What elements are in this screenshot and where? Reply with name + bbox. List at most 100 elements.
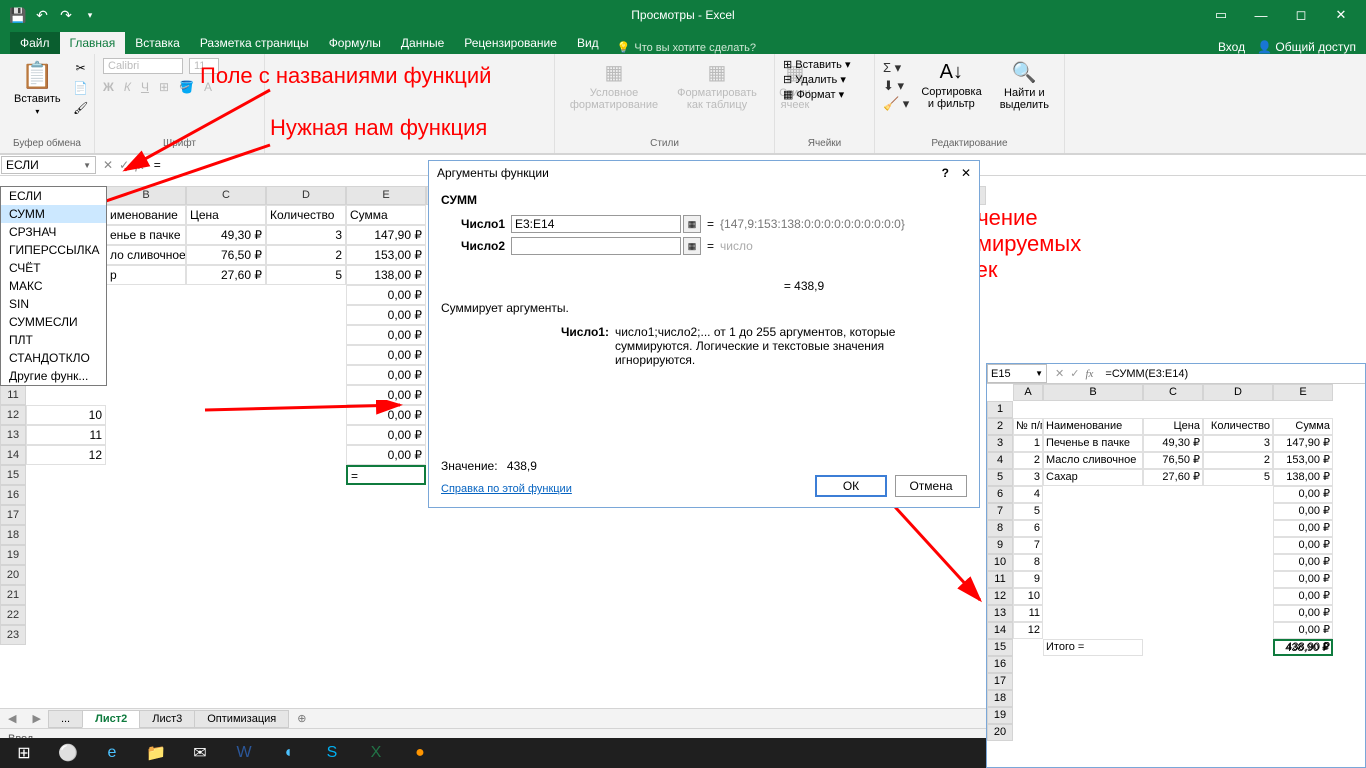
- func-item-другие функ...[interactable]: Другие функ...: [1, 367, 106, 385]
- cell[interactable]: 0,00 ₽: [346, 345, 426, 365]
- cell[interactable]: 0,00 ₽: [346, 425, 426, 445]
- cell[interactable]: 0,00 ₽: [346, 365, 426, 385]
- func-item-сумм[interactable]: СУММ: [1, 205, 106, 223]
- format-cells-button[interactable]: ▦ Формат ▾: [783, 88, 866, 101]
- inset-cell[interactable]: 4: [1013, 486, 1043, 503]
- cell[interactable]: 0,00 ₽: [346, 285, 426, 305]
- inset-cell[interactable]: 0,00 ₽: [1273, 503, 1333, 520]
- inset-cell[interactable]: № п/п: [1013, 418, 1043, 435]
- yandex-icon[interactable]: ⚪: [48, 738, 88, 768]
- inset-cell[interactable]: 0,00 ₽: [1273, 605, 1333, 622]
- cut-icon[interactable]: ✂: [73, 60, 89, 76]
- inset-cell[interactable]: Количество: [1203, 418, 1273, 435]
- inset-cell[interactable]: 5: [1203, 469, 1273, 486]
- cell[interactable]: енье в пачке: [106, 225, 186, 245]
- italic-button[interactable]: К: [124, 80, 131, 94]
- func-item-срзнач[interactable]: СРЗНАЧ: [1, 223, 106, 241]
- edge-icon[interactable]: e: [92, 738, 132, 768]
- inset-cell[interactable]: 3: [1203, 435, 1273, 452]
- find-select-button[interactable]: 🔍Найти и выделить: [993, 58, 1055, 113]
- cancel-button[interactable]: Отмена: [895, 475, 967, 497]
- inset-cell[interactable]: Печенье в пачке: [1043, 435, 1143, 452]
- cell[interactable]: р: [106, 265, 186, 285]
- number1-input[interactable]: [511, 215, 681, 233]
- skype-icon[interactable]: S: [312, 738, 352, 768]
- qat-more-icon[interactable]: ▾: [82, 7, 98, 23]
- tab-file[interactable]: Файл: [10, 32, 60, 54]
- cell[interactable]: =: [346, 465, 426, 485]
- namebox-dropdown-icon[interactable]: ▼: [83, 161, 91, 170]
- cell[interactable]: 5: [266, 265, 346, 285]
- tab-layout[interactable]: Разметка страницы: [190, 32, 319, 54]
- start-button[interactable]: ⊞: [4, 738, 44, 768]
- func-item-счёт[interactable]: СЧЁТ: [1, 259, 106, 277]
- border-icon[interactable]: ⊞: [159, 80, 169, 94]
- format-as-table-button[interactable]: ▦Форматировать как таблицу: [671, 58, 763, 113]
- tab-view[interactable]: Вид: [567, 32, 609, 54]
- inset-cell[interactable]: 147,90 ₽: [1273, 435, 1333, 452]
- func-item-гиперссылка[interactable]: ГИПЕРССЫЛКА: [1, 241, 106, 259]
- cell[interactable]: 49,30 ₽: [186, 225, 266, 245]
- sheet-tab-2[interactable]: Лист2: [82, 710, 140, 728]
- inset-cell[interactable]: 12: [1013, 622, 1043, 639]
- inset-cell[interactable]: 2: [1013, 452, 1043, 469]
- cell[interactable]: именование: [106, 205, 186, 225]
- fx-icon[interactable]: fx: [135, 158, 144, 173]
- inset-formula-input[interactable]: [1101, 364, 1365, 383]
- sheet-nav-next[interactable]: ▶: [24, 712, 48, 725]
- dialog-help-icon[interactable]: ?: [942, 166, 949, 180]
- fill-icon[interactable]: ⬇ ▾: [883, 78, 909, 94]
- sheet-nav-prev[interactable]: ◀: [0, 712, 24, 725]
- signin-link[interactable]: Вход: [1218, 40, 1245, 54]
- clear-icon[interactable]: 🧹 ▾: [883, 96, 909, 112]
- fill-color-icon[interactable]: 🪣: [179, 80, 194, 94]
- inset-cell[interactable]: 0,00 ₽: [1273, 554, 1333, 571]
- cell[interactable]: 0,00 ₽: [346, 405, 426, 425]
- cell[interactable]: ло сливочное: [106, 245, 186, 265]
- func-item-стандоткло[interactable]: СТАНДОТКЛО: [1, 349, 106, 367]
- inset-cell[interactable]: 0,00 ₽: [1273, 622, 1333, 639]
- cell[interactable]: 27,60 ₽: [186, 265, 266, 285]
- cell[interactable]: 10: [26, 405, 106, 425]
- inset-name-box[interactable]: E15▼: [987, 364, 1047, 383]
- conditional-format-button[interactable]: ▦Условное форматирование: [563, 58, 665, 113]
- inset-cell[interactable]: 138,00 ₽: [1273, 469, 1333, 486]
- delete-cells-button[interactable]: ⊟ Удалить ▾: [783, 73, 866, 86]
- underline-button[interactable]: Ч: [141, 80, 149, 94]
- excel-icon[interactable]: X: [356, 738, 396, 768]
- mail-icon[interactable]: ✉: [180, 738, 220, 768]
- inset-cell[interactable]: 9: [1013, 571, 1043, 588]
- inset-cell[interactable]: 153,00 ₽: [1273, 452, 1333, 469]
- bold-button[interactable]: Ж: [103, 80, 114, 94]
- inset-cell[interactable]: 0,00 ₽: [1273, 520, 1333, 537]
- ok-button[interactable]: ОК: [815, 475, 887, 497]
- add-sheet-button[interactable]: ⊕: [289, 712, 314, 725]
- cell[interactable]: 153,00 ₽: [346, 245, 426, 265]
- word-icon[interactable]: W: [224, 738, 264, 768]
- cell[interactable]: 0,00 ₽: [346, 305, 426, 325]
- inset-cell[interactable]: 1: [1013, 435, 1043, 452]
- tab-formulas[interactable]: Формулы: [319, 32, 391, 54]
- accept-formula-icon[interactable]: ✓: [119, 158, 129, 172]
- close-button[interactable]: ✕: [1326, 0, 1356, 30]
- tab-insert[interactable]: Вставка: [125, 32, 190, 54]
- firefox-icon[interactable]: ●: [400, 738, 440, 768]
- cell[interactable]: Количество: [266, 205, 346, 225]
- inset-cell[interactable]: Цена: [1143, 418, 1203, 435]
- inset-cell[interactable]: 0,00 ₽: [1273, 486, 1333, 503]
- sheet-tab-3[interactable]: Лист3: [139, 710, 195, 728]
- cell[interactable]: 138,00 ₽: [346, 265, 426, 285]
- sort-filter-button[interactable]: A↓Сортировка и фильтр: [915, 59, 987, 112]
- tab-data[interactable]: Данные: [391, 32, 454, 54]
- maximize-button[interactable]: ◻: [1286, 0, 1316, 30]
- func-item-макс[interactable]: МАКС: [1, 277, 106, 295]
- cell[interactable]: 12: [26, 445, 106, 465]
- inset-cell[interactable]: Масло сливочное: [1043, 452, 1143, 469]
- cell[interactable]: 0,00 ₽: [346, 385, 426, 405]
- ribbon-options-icon[interactable]: ▭: [1206, 0, 1236, 30]
- sheet-tab-opt[interactable]: Оптимизация: [194, 710, 289, 728]
- inset-cell[interactable]: 7: [1013, 537, 1043, 554]
- inset-cell[interactable]: Сумма: [1273, 418, 1333, 435]
- number1-range-picker[interactable]: ▦: [683, 215, 701, 233]
- inset-cell[interactable]: Сахар: [1043, 469, 1143, 486]
